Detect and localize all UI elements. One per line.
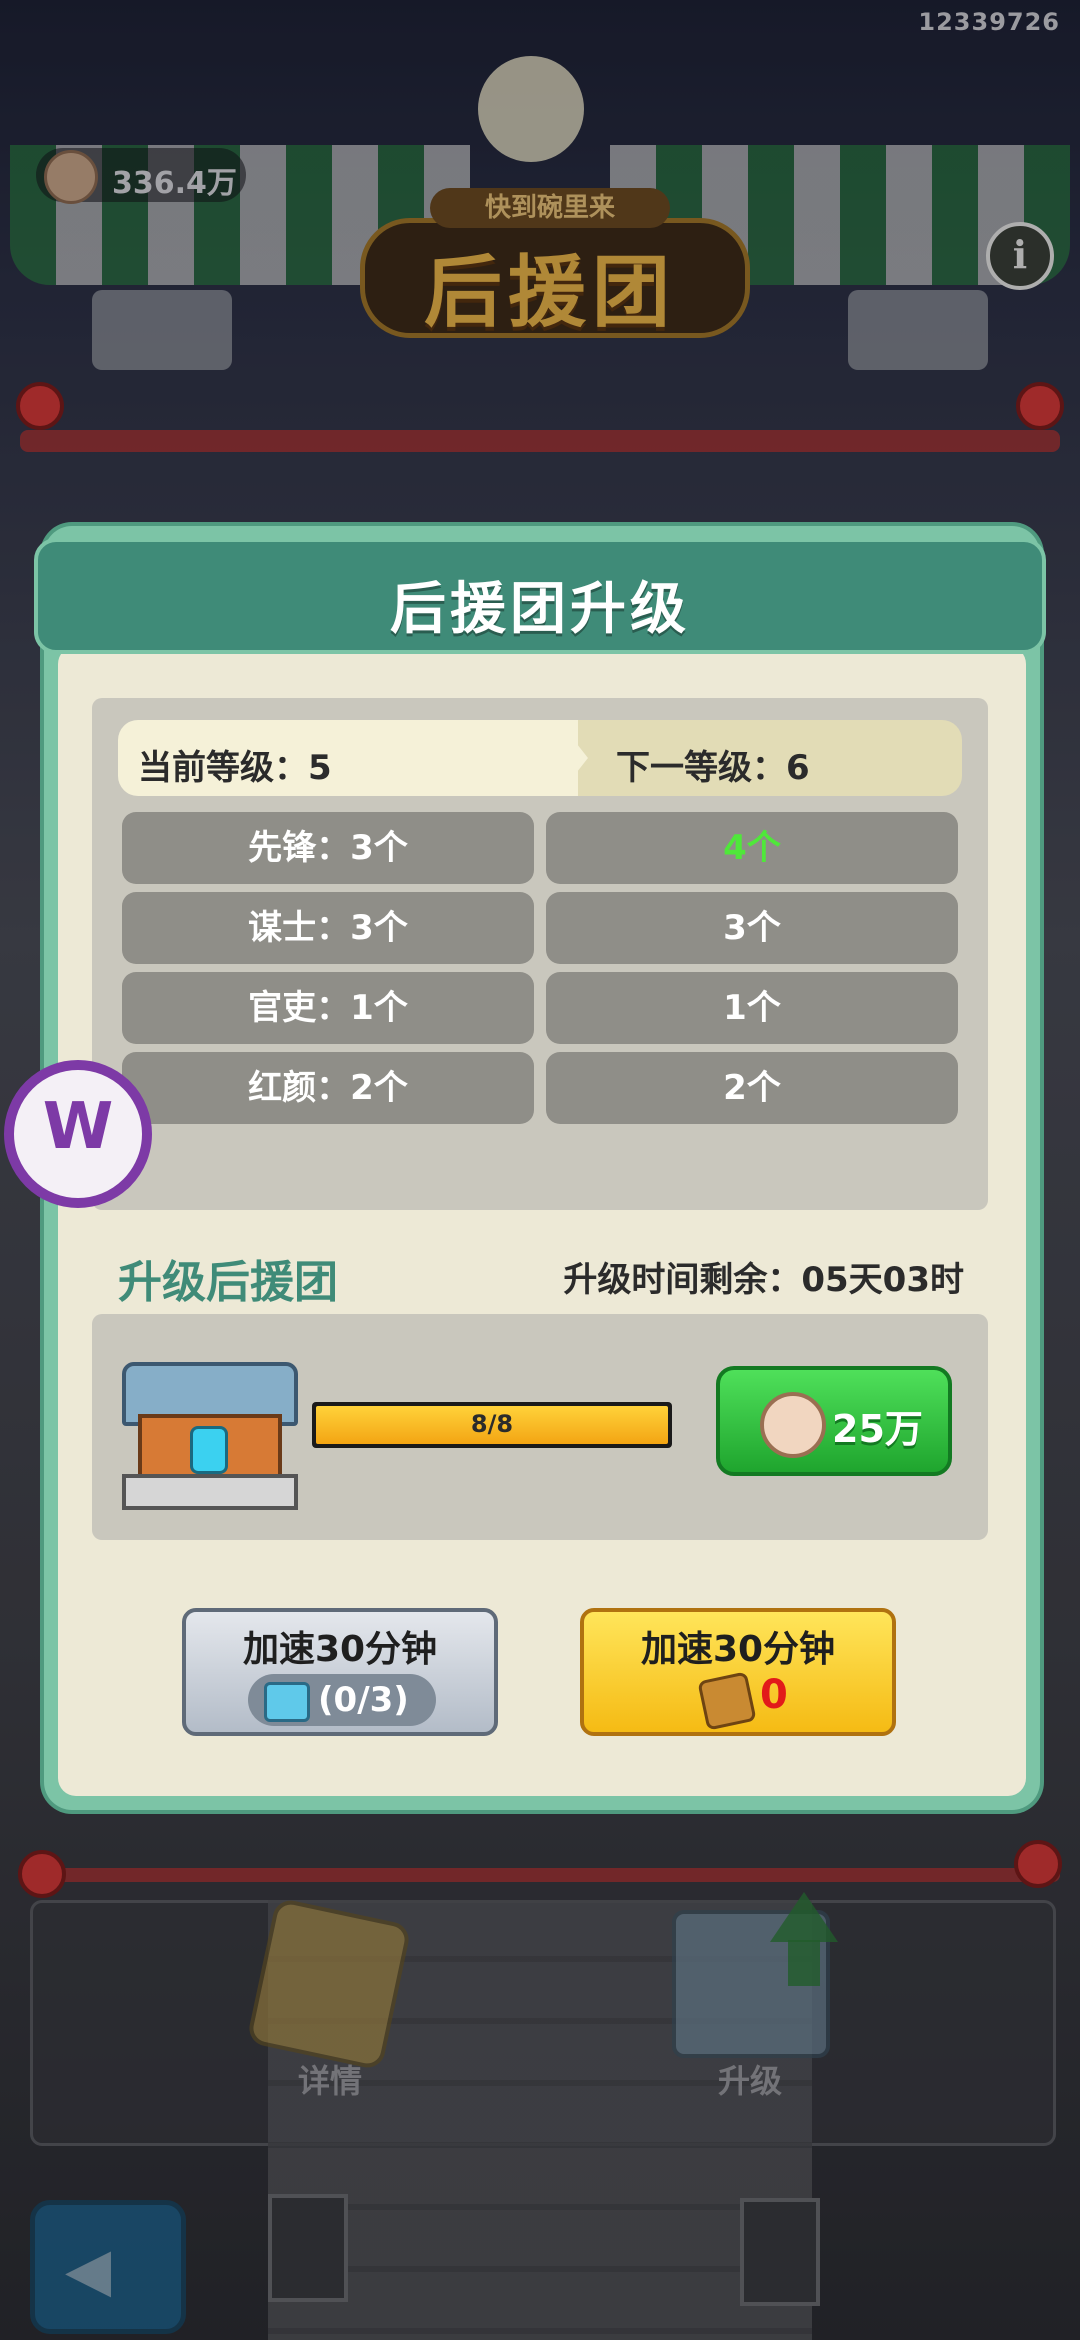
speed-up-item-label: 加速30分钟 (640, 1629, 836, 1670)
tv-icon (264, 1682, 310, 1722)
overlay-w-badge-icon[interactable]: W (4, 1060, 152, 1208)
dialog-title: 后援团升级 (390, 577, 690, 642)
upgrade-progress-bar: 8/8 (312, 1402, 672, 1448)
speed-up-ad-label: 加速30分钟 (242, 1629, 438, 1670)
time-remaining: 升级时间剩余：05天03时 (563, 1260, 964, 1300)
next-level-banner: 下一等级：6 (558, 720, 962, 796)
speedup-scroll-icon (697, 1671, 757, 1731)
upgrade-price: 25万 (832, 1407, 923, 1451)
dialog-header: 后援团升级 (34, 538, 1046, 654)
ad-count: (0/3) (318, 1680, 409, 1720)
speed-up-ad-button[interactable]: 加速30分钟 (0/3) (182, 1608, 498, 1736)
current-level-banner: 当前等级：5 (118, 720, 578, 796)
level-arrow-icon (558, 720, 588, 796)
ad-count-pill: (0/3) (248, 1674, 436, 1726)
stat-current: 先锋：3个 (122, 812, 534, 884)
coin-icon (760, 1392, 826, 1458)
upgrade-section-title: 升级后援团 (118, 1257, 338, 1308)
temple-building-icon (122, 1342, 298, 1510)
stat-current: 官吏：1个 (122, 972, 534, 1044)
overlay-badge-letter: W (42, 1090, 114, 1164)
speedup-item-count: 0 (760, 1672, 788, 1718)
temple-base (122, 1474, 298, 1510)
stat-next: 2个 (546, 1052, 958, 1124)
stat-current: 红颜：2个 (122, 1052, 534, 1124)
temple-door (190, 1426, 228, 1474)
stat-next: 1个 (546, 972, 958, 1044)
current-level-label: 当前等级：5 (138, 748, 332, 788)
stat-next: 3个 (546, 892, 958, 964)
stat-current: 谋士：3个 (122, 892, 534, 964)
stat-next: 4个 (546, 812, 958, 884)
upgrade-buy-button[interactable]: 25万 (716, 1366, 952, 1476)
next-level-label: 下一等级：6 (616, 748, 810, 788)
speed-up-item-button[interactable]: 加速30分钟 0 (580, 1608, 896, 1736)
progress-text: 8/8 (470, 1410, 514, 1438)
